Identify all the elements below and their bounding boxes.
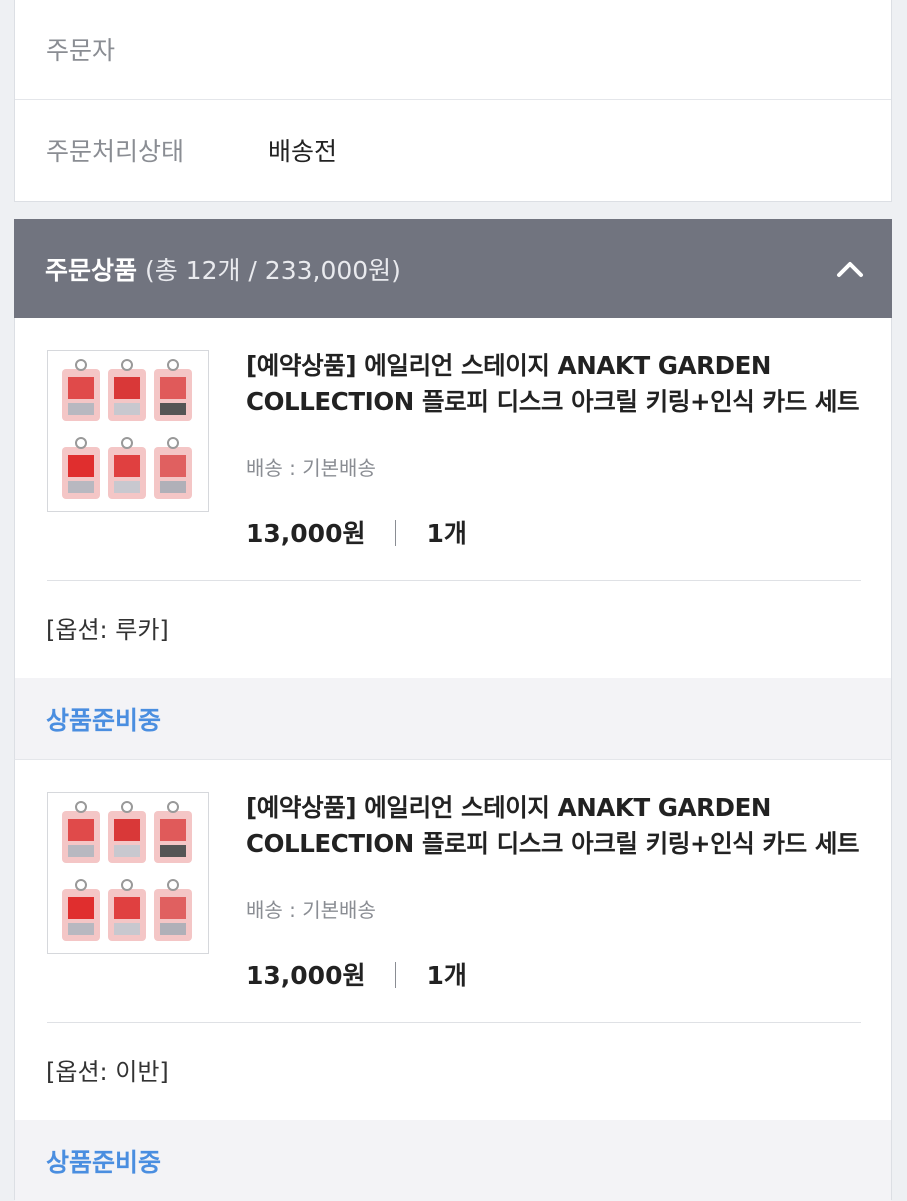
order-item-card: [예약상품] 에일리언 스테이지 ANAKT GARDEN COLLECTION… bbox=[14, 759, 892, 1201]
product-thumbnail[interactable] bbox=[47, 350, 209, 512]
product-name[interactable]: [예약상품] 에일리언 스테이지 ANAKT GARDEN COLLECTION… bbox=[246, 348, 896, 420]
order-item-card: [예약상품] 에일리언 스테이지 ANAKT GARDEN COLLECTION… bbox=[14, 318, 892, 759]
item-divider bbox=[47, 580, 861, 581]
price-qty-row: 13,000원 1개 bbox=[246, 514, 467, 550]
ordered-items-summary: (총 12개 / 233,000원) bbox=[144, 255, 401, 285]
keyring-illustration bbox=[62, 359, 192, 499]
ordered-items-header[interactable]: 주문상품 (총 12개 / 233,000원) bbox=[14, 219, 892, 318]
orderer-row: 주문자 bbox=[15, 0, 891, 100]
price-qty-divider bbox=[395, 962, 397, 988]
order-status-row: 주문처리상태 배송전 bbox=[15, 100, 891, 200]
product-name[interactable]: [예약상품] 에일리언 스테이지 ANAKT GARDEN COLLECTION… bbox=[246, 790, 896, 862]
order-info-card: 주문자 주문처리상태 배송전 bbox=[14, 0, 892, 202]
orderer-label: 주문자 bbox=[46, 36, 116, 65]
price-qty-row: 13,000원 1개 bbox=[246, 956, 467, 992]
order-status-value: 배송전 bbox=[268, 137, 338, 166]
product-thumbnail[interactable] bbox=[47, 792, 209, 954]
product-option: [옵션: 루카] bbox=[46, 616, 169, 644]
ordered-items-label: 주문상품 bbox=[45, 255, 138, 285]
ordered-items-title: 주문상품 (총 12개 / 233,000원) bbox=[45, 251, 401, 287]
shipping-method: 배송 : 기본배송 bbox=[246, 456, 376, 480]
item-status: 상품준비중 bbox=[46, 705, 162, 735]
chevron-up-icon[interactable] bbox=[834, 253, 866, 285]
item-status: 상품준비중 bbox=[46, 1147, 162, 1177]
product-price: 13,000원 bbox=[246, 961, 366, 990]
product-price: 13,000원 bbox=[246, 519, 366, 548]
shipping-method: 배송 : 기본배송 bbox=[246, 898, 376, 922]
item-status-bar: 상품준비중 bbox=[15, 678, 891, 759]
product-option: [옵션: 이반] bbox=[46, 1058, 169, 1086]
order-status-label: 주문처리상태 bbox=[46, 137, 185, 166]
item-divider bbox=[47, 1022, 861, 1023]
item-status-bar: 상품준비중 bbox=[15, 1120, 891, 1201]
product-quantity: 1개 bbox=[426, 519, 467, 548]
product-quantity: 1개 bbox=[426, 961, 467, 990]
keyring-illustration bbox=[62, 801, 192, 941]
price-qty-divider bbox=[395, 520, 397, 546]
